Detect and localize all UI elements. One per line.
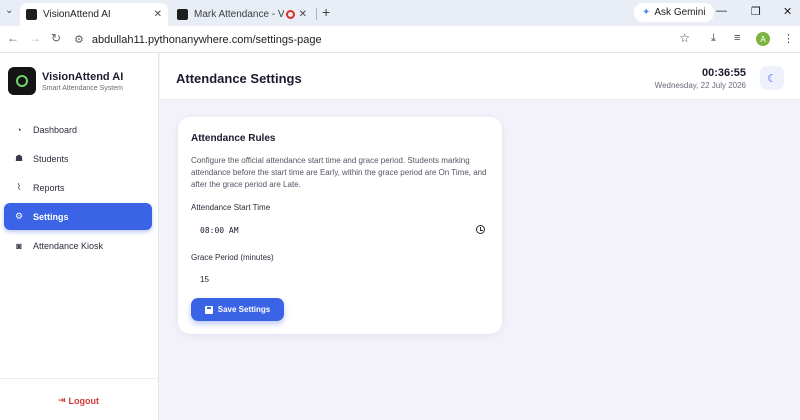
sidebar-item-attendance-kiosk[interactable]: ◙ Attendance Kiosk [4, 232, 152, 259]
browser-menu-icon[interactable]: ⋮ [783, 32, 794, 45]
browser-tab-bar: ⌄ VisionAttend AI ✕ Mark Attendance - Vi… [0, 0, 800, 26]
sidebar-item-label: Attendance Kiosk [33, 240, 104, 251]
close-icon[interactable]: ✕ [299, 9, 307, 20]
page-title: Attendance Settings [176, 71, 302, 86]
clock-icon[interactable] [476, 225, 485, 234]
save-icon [204, 305, 213, 314]
clock-date: Wednesday, 22 July 2026 [654, 81, 746, 90]
logout-button[interactable]: ⇥ Logout [58, 395, 99, 406]
sidebar-item-dashboard[interactable]: ◔ Dashboard [4, 116, 152, 143]
start-time-value: 08:00 AM [200, 225, 239, 235]
dashboard-icon: ◔ [16, 124, 22, 135]
tab-mark-attendance[interactable]: Mark Attendance - VisionA ✕ [172, 3, 312, 26]
camera-icon: ◙ [16, 240, 22, 251]
card-description: Configure the official attendance start … [191, 156, 487, 189]
reading-list-icon[interactable]: ≡ [734, 32, 740, 44]
site-info-icon[interactable]: ⚙ [74, 33, 84, 46]
site-favicon-icon [26, 9, 37, 20]
grace-period-label: Grace Period (minutes) [191, 253, 274, 262]
brand: VisionAttend AI Smart Attendance System [8, 67, 123, 95]
reload-icon[interactable]: ↻ [51, 31, 61, 45]
download-icon[interactable]: ⤓ [711, 32, 716, 45]
tab-visionattend[interactable]: VisionAttend AI ✕ [20, 3, 168, 26]
sidebar-item-settings[interactable]: ⚙ Settings [4, 203, 152, 230]
reports-icon: ⌇ [16, 182, 22, 192]
sidebar-item-students[interactable]: ☗ Students [4, 145, 152, 172]
site-favicon-icon [177, 9, 188, 20]
tab-divider [316, 8, 317, 20]
start-time-input[interactable]: 08:00 AM [191, 221, 489, 239]
sidebar: VisionAttend AI Smart Attendance System … [0, 53, 159, 420]
sidebar-item-label: Settings [33, 211, 69, 222]
header-clock: 00:36:55 Wednesday, 22 July 2026 [655, 67, 746, 90]
grace-period-value: 15 [200, 274, 209, 284]
restore-icon[interactable]: ❐ [751, 5, 761, 18]
bookmark-star-icon[interactable]: ☆ [679, 31, 690, 45]
sidebar-divider [0, 378, 159, 379]
profile-avatar[interactable]: A [756, 32, 770, 46]
brand-name: VisionAttend AI [42, 70, 124, 83]
sidebar-nav: ◔ Dashboard ☗ Students ⌇ Reports ⚙ Setti… [4, 116, 152, 261]
card-title: Attendance Rules [191, 133, 276, 144]
save-settings-button[interactable]: Save Settings [191, 298, 284, 321]
sidebar-item-label: Reports [33, 182, 65, 193]
sidebar-item-reports[interactable]: ⌇ Reports [4, 174, 152, 201]
back-arrow-icon[interactable]: ← [7, 31, 19, 45]
url-text: abdullah11.pythonanywhere.com/settings-p… [91, 33, 322, 46]
sidebar-item-label: Students [33, 153, 69, 164]
forward-arrow-icon[interactable]: → [29, 31, 41, 45]
brand-subtitle: Smart Attendance System [42, 84, 123, 92]
ask-gemini-button[interactable]: ✦ Ask Gemini [634, 3, 714, 22]
clock-time: 00:36:55 [701, 67, 746, 79]
tab-title: Mark Attendance - VisionA [194, 9, 284, 20]
moon-icon: ☾ [767, 72, 777, 85]
logout-icon: ⇥ [58, 395, 66, 405]
browser-toolbar: ← → ↻ ⚙ abdullah11.pythonanywhere.com/se… [0, 26, 800, 53]
theme-toggle-button[interactable]: ☾ [760, 66, 784, 90]
minimize-icon[interactable]: — [716, 5, 727, 17]
recording-icon [285, 10, 295, 19]
gemini-sparkle-icon: ✦ [642, 7, 651, 18]
save-settings-label: Save Settings [217, 305, 271, 314]
page-header: Attendance Settings 00:36:55 Wednesday, … [160, 53, 800, 100]
logout-label: Logout [68, 395, 100, 406]
address-bar[interactable]: ⚙ abdullah11.pythonanywhere.com/settings… [68, 29, 700, 50]
gear-icon: ⚙ [14, 211, 24, 221]
students-icon: ☗ [14, 153, 24, 163]
app-root: VisionAttend AI Smart Attendance System … [0, 53, 800, 420]
tab-title: VisionAttend AI [43, 9, 111, 20]
grace-period-input[interactable]: 15 [191, 270, 489, 288]
start-time-label: Attendance Start Time [191, 203, 271, 212]
app-logo [8, 67, 36, 95]
window-close-icon[interactable]: ✕ [783, 5, 792, 18]
new-tab-icon[interactable]: + [322, 4, 330, 20]
sidebar-item-label: Dashboard [33, 124, 78, 135]
attendance-rules-card: Attendance Rules Configure the official … [178, 117, 502, 334]
tab-search-icon[interactable]: ⌄ [5, 5, 13, 16]
close-icon[interactable]: ✕ [154, 9, 162, 20]
ask-gemini-label: Ask Gemini [654, 7, 706, 18]
